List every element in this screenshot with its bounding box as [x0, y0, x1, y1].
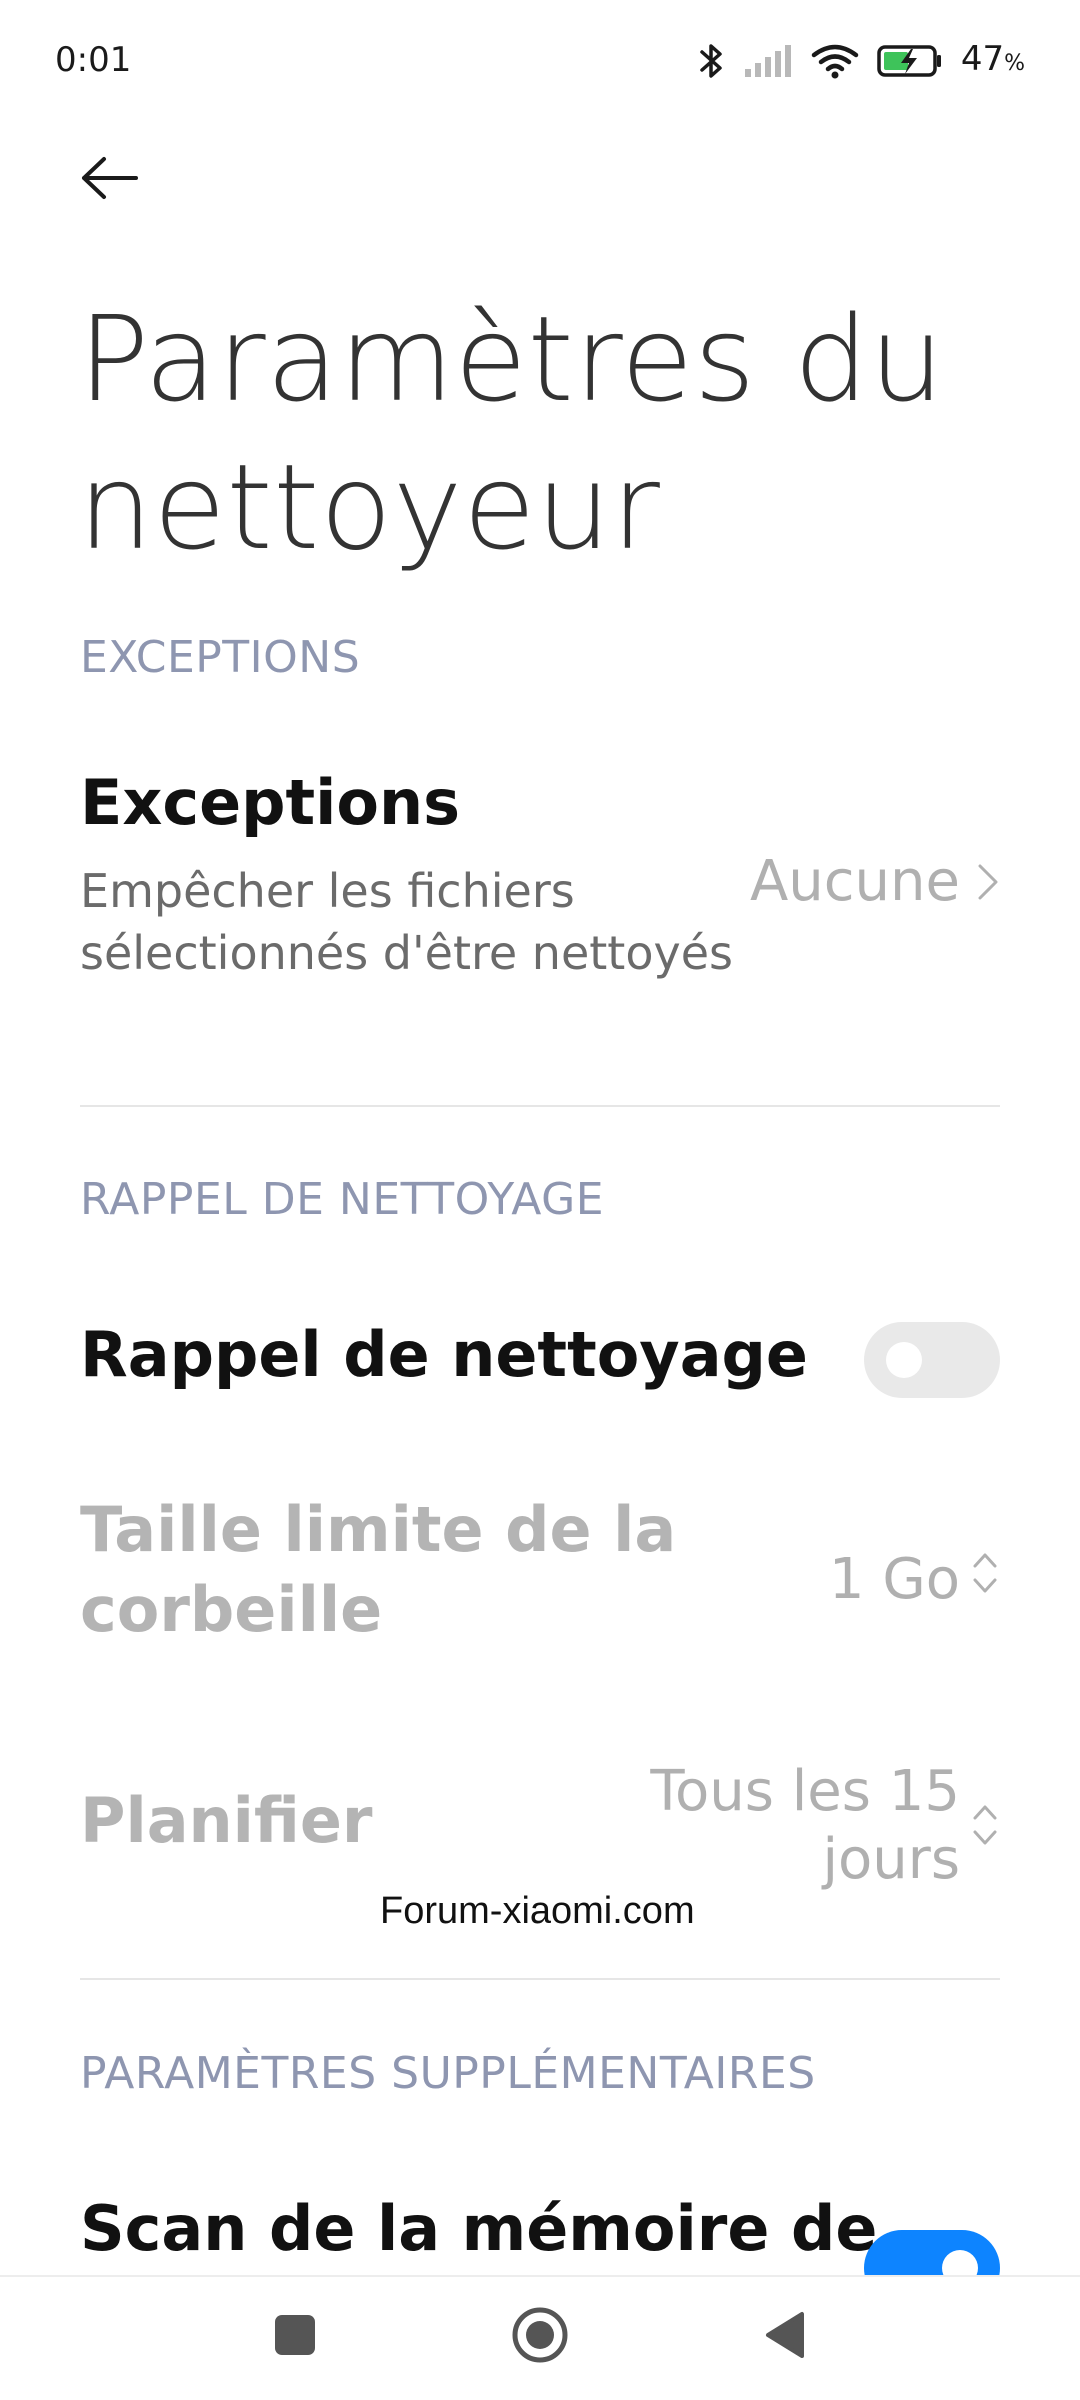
chevron-up-down-icon — [970, 1548, 1000, 1602]
exceptions-row[interactable]: Exceptions Empêcher les fichiers sélecti… — [80, 750, 1000, 1000]
recents-square-icon — [273, 2313, 317, 2361]
watermark-text: Forum-xiaomi.com — [380, 1890, 695, 1932]
status-icons: 47% — [699, 38, 1025, 84]
page-title: Paramètres du nettoyeur — [78, 290, 945, 576]
cleaning-reminder-title: Rappel de nettoyage — [80, 1318, 808, 1391]
arrow-left-icon — [80, 156, 140, 204]
divider — [80, 1978, 1000, 1980]
exceptions-row-value: Aucune — [749, 849, 960, 914]
schedule-title: Planifier — [80, 1784, 373, 1857]
exceptions-row-subtitle: Empêcher les fichiers sélectionnés d'êtr… — [80, 864, 733, 980]
home-circle-icon — [510, 2305, 570, 2369]
back-triangle-icon — [762, 2310, 808, 2364]
cleaning-reminder-toggle[interactable] — [864, 1322, 1000, 1398]
home-button[interactable] — [500, 2297, 580, 2377]
divider — [80, 1105, 1000, 1107]
toggle-knob — [942, 2250, 978, 2275]
bluetooth-icon — [699, 41, 725, 81]
status-time: 0:01 — [55, 40, 132, 80]
back-button[interactable] — [70, 140, 150, 220]
status-bar: 0:01 47% — [0, 0, 1080, 120]
battery-percent: 47% — [960, 38, 1025, 79]
trash-size-limit-value: 1 Go — [828, 1547, 960, 1612]
recents-button[interactable] — [255, 2297, 335, 2377]
wifi-icon — [811, 43, 859, 79]
memory-scan-toggle-clip — [860, 2200, 1080, 2275]
memory-scan-toggle[interactable] — [864, 2230, 1000, 2275]
chevron-up-down-icon — [970, 1800, 1000, 1854]
toggle-knob — [886, 1342, 922, 1378]
navigation-bar — [0, 2275, 1080, 2400]
schedule-value: Tous les 15 jours — [650, 1759, 960, 1892]
section-header-exceptions: EXCEPTIONS — [80, 632, 361, 683]
signal-icon — [743, 43, 793, 79]
memory-scan-title: Scan de la mémoire de — [80, 2192, 878, 2265]
battery-charging-icon — [877, 43, 943, 79]
system-back-button[interactable] — [745, 2297, 825, 2377]
schedule-row[interactable]: Planifier Tous les 15 jours — [80, 1750, 1000, 1900]
trash-size-limit-title: Taille limite de la corbeille — [80, 1493, 677, 1646]
cleaning-reminder-row[interactable]: Rappel de nettoyage — [80, 1290, 1000, 1430]
section-header-reminder: RAPPEL DE NETTOYAGE — [80, 1174, 605, 1225]
chevron-right-icon — [976, 862, 1000, 906]
trash-size-limit-row[interactable]: Taille limite de la corbeille 1 Go — [80, 1490, 1000, 1680]
exceptions-row-title: Exceptions — [80, 766, 461, 839]
cleaner-settings-screen: 0:01 47% Paramètres du nettoyeur EXCEPTI… — [0, 0, 1080, 2400]
section-header-extra: PARAMÈTRES SUPPLÉMENTAIRES — [80, 2048, 816, 2099]
